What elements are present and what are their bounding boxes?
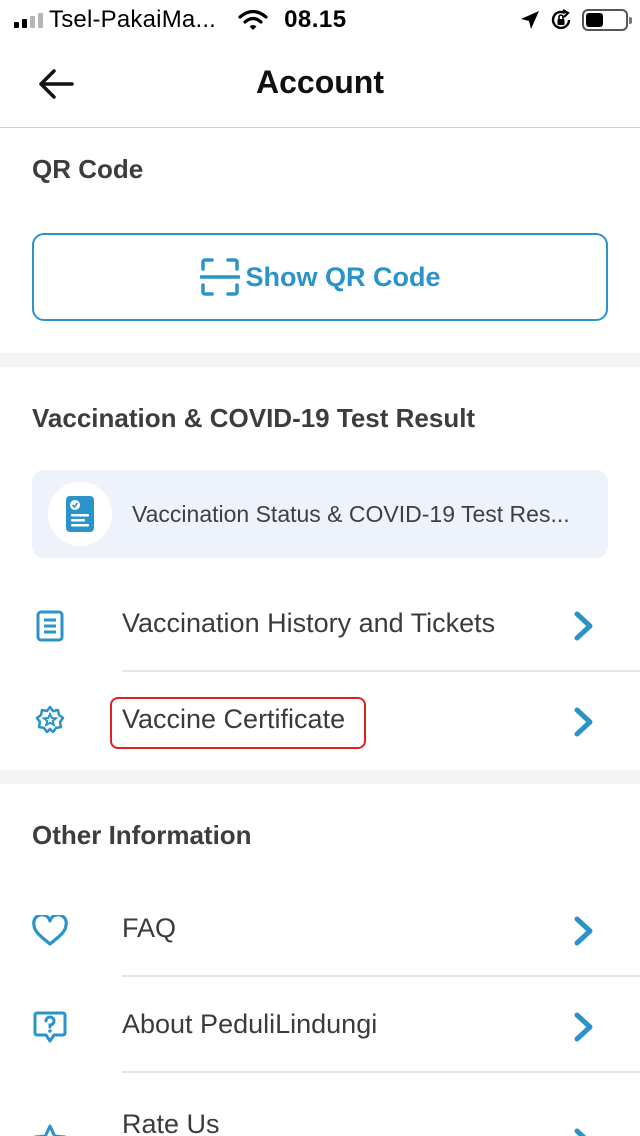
menu-item-vaccination-history[interactable]: Vaccination History and Tickets — [0, 578, 640, 674]
show-qr-code-label: Show QR Code — [245, 261, 441, 292]
menu-item-label: FAQ — [122, 913, 177, 943]
menu-item-rate-us[interactable]: Rate Us — [0, 1075, 640, 1136]
clock-time: 08.15 — [284, 6, 347, 33]
page-title: Account — [256, 64, 384, 100]
question-chat-icon — [30, 1007, 70, 1047]
vaccination-status-text: Vaccination Status & COVID-19 Test Res..… — [132, 500, 570, 527]
document-check-icon — [66, 496, 94, 532]
show-qr-code-button[interactable]: Show QR Code — [32, 233, 608, 321]
carrier-name: Tsel-PakaiMa... — [49, 6, 217, 33]
heart-icon — [30, 911, 70, 951]
section-divider — [0, 353, 640, 367]
row-separator — [122, 670, 640, 672]
highlight-box — [110, 697, 366, 749]
other-section-title: Other Information — [32, 820, 252, 850]
menu-item-about[interactable]: About PeduliLindungi — [0, 979, 640, 1075]
chevron-right-icon — [574, 611, 593, 641]
vaccination-section-title: Vaccination & COVID-19 Test Result — [32, 403, 476, 433]
signal-icon — [14, 12, 43, 28]
qr-section-title: QR Code — [32, 154, 144, 184]
chevron-right-icon — [574, 1128, 587, 1136]
app-header: Account — [0, 40, 640, 128]
status-card-icon-circle — [48, 482, 112, 546]
chevron-right-icon — [574, 707, 593, 737]
award-ribbon-icon — [30, 702, 70, 742]
row-separator — [122, 975, 640, 977]
clipboard-list-icon — [30, 606, 70, 646]
wifi-icon — [238, 9, 268, 30]
vaccination-status-card[interactable]: Vaccination Status & COVID-19 Test Res..… — [32, 470, 608, 558]
chevron-right-icon — [574, 1012, 593, 1042]
star-icon — [30, 1121, 70, 1136]
orientation-lock-icon — [551, 9, 571, 30]
menu-item-faq[interactable]: FAQ — [0, 883, 640, 979]
row-separator — [122, 1071, 640, 1073]
section-divider — [0, 770, 640, 784]
qr-scan-icon — [199, 258, 240, 296]
menu-item-label: About PeduliLindungi — [122, 1009, 378, 1039]
chevron-right-icon — [574, 916, 593, 946]
status-bar: Tsel-PakaiMa... 08.15 — [0, 0, 640, 40]
menu-item-label: Rate Us — [122, 1109, 220, 1136]
menu-item-label: Vaccination History and Tickets — [122, 608, 496, 638]
battery-icon — [582, 9, 632, 31]
location-arrow-icon — [521, 11, 539, 29]
